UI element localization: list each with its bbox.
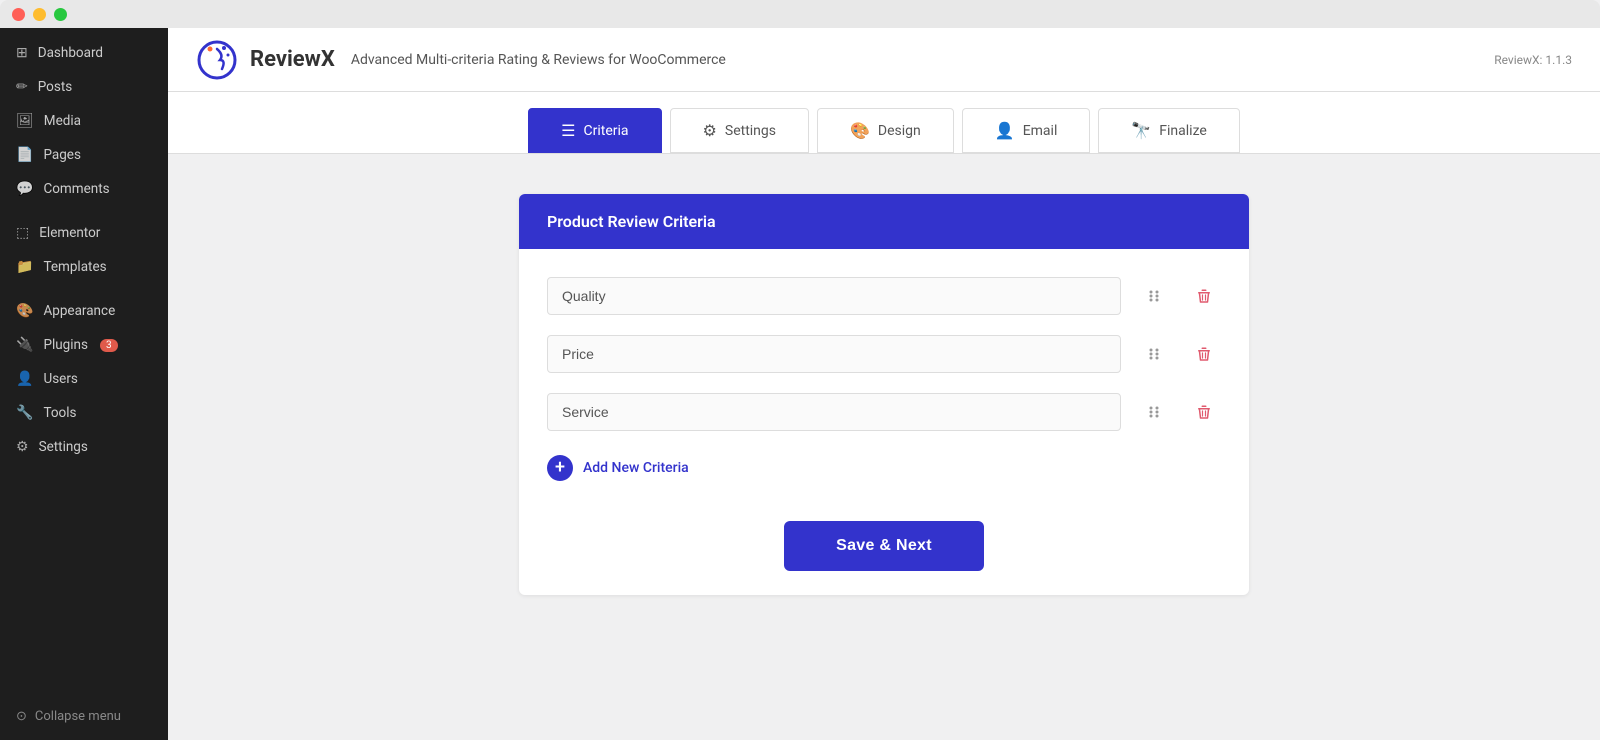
criteria-move-quality[interactable] (1137, 279, 1171, 313)
sidebar-label-elementor: Elementor (39, 225, 100, 241)
main-content: ReviewX Advanced Multi-criteria Rating &… (168, 28, 1600, 740)
collapse-menu-btn[interactable]: ⊙ Collapse menu (0, 699, 168, 740)
sidebar-label-plugins: Plugins (43, 337, 88, 353)
sidebar-item-dashboard[interactable]: ⊞ Dashboard (0, 36, 168, 70)
criteria-delete-quality[interactable] (1187, 279, 1221, 313)
tab-settings[interactable]: ⚙ Settings (670, 108, 809, 153)
save-next-area: Save & Next (547, 521, 1221, 571)
criteria-body: + Add New Criteria Save & Next (519, 249, 1249, 595)
plugins-icon: 🔌 (16, 337, 33, 353)
criteria-tab-icon: ☰ (561, 121, 575, 140)
sidebar-label-tools: Tools (43, 405, 76, 421)
sidebar-item-plugins[interactable]: 🔌 Plugins 3 (0, 328, 168, 362)
settings-icon: ⚙ (16, 439, 29, 455)
nav-tabs-bar: ☰ Criteria ⚙ Settings 🎨 Design 👤 Email 🔭 Finalize (168, 92, 1600, 154)
elementor-icon: ⬚ (16, 225, 29, 241)
version-label: ReviewX: 1.1.3 (1494, 53, 1572, 67)
sidebar-item-posts[interactable]: ✏ Posts (0, 70, 168, 104)
criteria-row (547, 335, 1221, 373)
collapse-icon: ⊙ (16, 709, 27, 724)
criteria-card-header: Product Review Criteria (519, 194, 1249, 249)
criteria-row (547, 393, 1221, 431)
tab-finalize[interactable]: 🔭 Finalize (1098, 108, 1239, 153)
sidebar-label-settings: Settings (39, 439, 88, 455)
email-tab-label: Email (1023, 123, 1058, 139)
criteria-move-service[interactable] (1137, 395, 1171, 429)
sidebar-item-comments[interactable]: 💬 Comments (0, 172, 168, 206)
sidebar-label-media: Media (44, 113, 81, 129)
tab-criteria[interactable]: ☰ Criteria (528, 108, 661, 153)
media-icon: 🖼 (16, 113, 34, 129)
finalize-tab-label: Finalize (1159, 123, 1207, 139)
criteria-delete-price[interactable] (1187, 337, 1221, 371)
criteria-card: Product Review Criteria (519, 194, 1249, 595)
sidebar-label-posts: Posts (38, 79, 72, 95)
add-criteria-circle-icon: + (547, 455, 573, 481)
users-icon: 👤 (16, 371, 33, 387)
sidebar-label-dashboard: Dashboard (38, 45, 103, 61)
window-maximize-btn[interactable] (54, 8, 67, 21)
save-next-button[interactable]: Save & Next (784, 521, 984, 571)
sidebar-label-templates: Templates (43, 259, 106, 275)
pages-icon: 📄 (16, 147, 33, 163)
sidebar-item-media[interactable]: 🖼 Media (0, 104, 168, 138)
sidebar-item-templates[interactable]: 📁 Templates (0, 250, 168, 284)
window-minimize-btn[interactable] (33, 8, 46, 21)
tab-design[interactable]: 🎨 Design (817, 108, 954, 153)
plugins-badge: 3 (100, 339, 118, 352)
appearance-icon: 🎨 (16, 303, 33, 319)
sidebar-item-elementor[interactable]: ⬚ Elementor (0, 216, 168, 250)
criteria-tab-label: Criteria (584, 123, 629, 139)
sidebar-item-settings[interactable]: ⚙ Settings (0, 430, 168, 464)
tab-email[interactable]: 👤 Email (962, 108, 1091, 153)
sidebar-item-users[interactable]: 👤 Users (0, 362, 168, 396)
sidebar-item-pages[interactable]: 📄 Pages (0, 138, 168, 172)
email-tab-icon: 👤 (995, 121, 1015, 140)
criteria-input-quality[interactable] (547, 277, 1121, 315)
window-close-btn[interactable] (12, 8, 25, 21)
sidebar-label-appearance: Appearance (43, 303, 115, 319)
sidebar-label-pages: Pages (43, 147, 81, 163)
design-tab-label: Design (878, 123, 921, 139)
content-area: Product Review Criteria (168, 154, 1600, 740)
brand-name: ReviewX (250, 47, 335, 72)
design-tab-icon: 🎨 (850, 121, 870, 140)
top-header: ReviewX Advanced Multi-criteria Rating &… (168, 28, 1600, 92)
sidebar-item-appearance[interactable]: 🎨 Appearance (0, 294, 168, 328)
finalize-tab-icon: 🔭 (1131, 121, 1151, 140)
app-wrapper: ⊞ Dashboard ✏ Posts 🖼 Media 📄 Pages 💬 Comments ⬚ El… (0, 28, 1600, 740)
dashboard-icon: ⊞ (16, 45, 28, 61)
add-criteria-label: Add New Criteria (583, 460, 689, 476)
add-criteria-button[interactable]: + Add New Criteria (547, 451, 1221, 485)
sidebar-item-tools[interactable]: 🔧 Tools (0, 396, 168, 430)
settings-tab-label: Settings (725, 123, 776, 139)
brand-tagline: Advanced Multi-criteria Rating & Reviews… (351, 52, 726, 68)
settings-tab-icon: ⚙ (703, 121, 717, 140)
sidebar-label-comments: Comments (43, 181, 109, 197)
criteria-input-price[interactable] (547, 335, 1121, 373)
criteria-delete-service[interactable] (1187, 395, 1221, 429)
criteria-input-service[interactable] (547, 393, 1121, 431)
collapse-label: Collapse menu (35, 709, 121, 724)
comments-icon: 💬 (16, 181, 33, 197)
brand-logo (196, 39, 238, 81)
tools-icon: 🔧 (16, 405, 33, 421)
templates-icon: 📁 (16, 259, 33, 275)
criteria-title: Product Review Criteria (547, 212, 716, 231)
brand: ReviewX Advanced Multi-criteria Rating &… (196, 39, 726, 81)
sidebar: ⊞ Dashboard ✏ Posts 🖼 Media 📄 Pages 💬 Comments ⬚ El… (0, 28, 168, 740)
sidebar-label-users: Users (43, 371, 77, 387)
window-chrome (0, 0, 1600, 28)
criteria-move-price[interactable] (1137, 337, 1171, 371)
posts-icon: ✏ (16, 79, 28, 95)
criteria-row (547, 277, 1221, 315)
